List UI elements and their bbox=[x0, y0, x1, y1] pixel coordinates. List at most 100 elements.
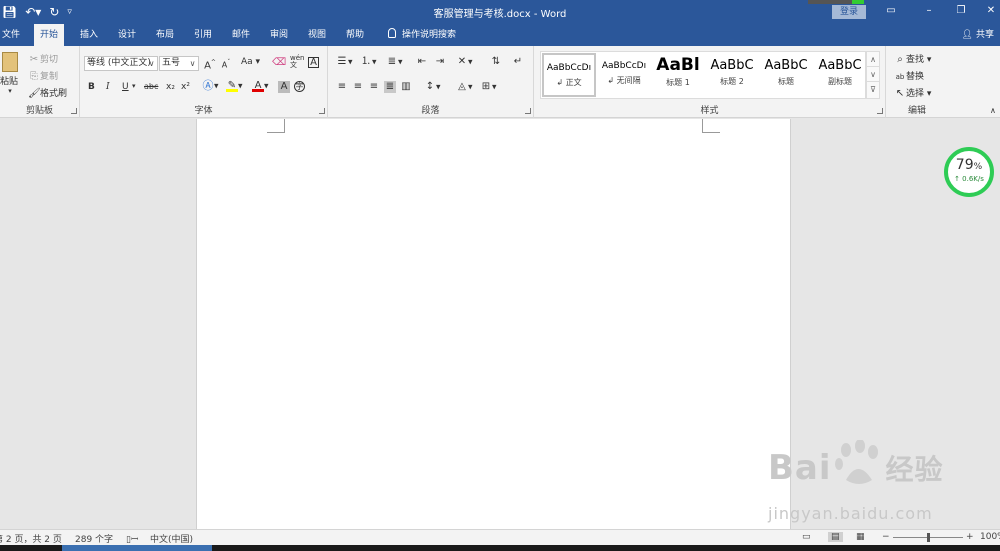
tab-file[interactable]: 文件 bbox=[0, 24, 26, 46]
replace-icon: ab bbox=[895, 72, 905, 81]
bold-button[interactable]: B bbox=[88, 82, 95, 92]
borders-button[interactable]: ⊞ ▾ bbox=[480, 81, 497, 93]
replace-button[interactable]: ab 替换 bbox=[894, 69, 924, 83]
show-marks-button[interactable]: ↵ bbox=[512, 56, 524, 68]
style-heading-1[interactable]: AaBl 标题 1 bbox=[651, 53, 705, 97]
tab-home[interactable]: 开始 bbox=[34, 24, 65, 46]
multilevel-list-button[interactable]: ≣ ▾ bbox=[386, 56, 403, 68]
login-button[interactable]: 登录 bbox=[832, 5, 866, 19]
paragraph-launcher-icon[interactable] bbox=[525, 108, 531, 114]
tab-layout[interactable]: 布局 bbox=[150, 24, 180, 46]
cut-label: 剪切 bbox=[40, 55, 59, 65]
tell-me-label: 操作说明搜索 bbox=[402, 30, 457, 40]
align-left-button[interactable]: ≡ bbox=[336, 81, 348, 93]
paste-dropdown-icon[interactable]: ▾ bbox=[0, 87, 20, 95]
minimize-icon[interactable]: – bbox=[922, 5, 936, 17]
numbering-button[interactable]: ⒈▾ bbox=[360, 56, 377, 68]
proofing-icon[interactable]: ▯ꟷ bbox=[126, 532, 138, 545]
justify-button[interactable]: ≣ bbox=[384, 81, 396, 93]
find-button[interactable]: ⌕ 查找 ▾ bbox=[894, 52, 931, 66]
tab-design[interactable]: 设计 bbox=[112, 24, 142, 46]
tell-me-search[interactable]: 操作说明搜索 bbox=[382, 24, 462, 46]
style-no-spacing[interactable]: AaBbCcDı ↲ 无间隔 bbox=[597, 53, 651, 97]
shrink-font-button[interactable]: Aˇ bbox=[220, 57, 232, 70]
font-size-value: 五号 bbox=[162, 58, 181, 68]
ribbon-display-options-icon[interactable]: ▭ bbox=[884, 5, 898, 17]
increase-indent-button[interactable]: ⇥ bbox=[434, 56, 446, 68]
zoom-in-button[interactable]: + bbox=[966, 532, 974, 542]
tab-insert[interactable]: 插入 bbox=[74, 24, 104, 46]
paste-button[interactable]: 粘贴 ▾ bbox=[0, 52, 20, 95]
font-color-button[interactable]: A ▾ bbox=[252, 80, 269, 92]
editing-group-label: 编辑 bbox=[907, 106, 926, 116]
styles-scroll-down-icon[interactable]: ∨ bbox=[867, 67, 879, 82]
editing-group: ⌕ 查找 ▾ ab 替换 ↖ 选择 ▾ 编辑 bbox=[886, 46, 948, 118]
phonetic-guide-button[interactable]: wén 文 bbox=[290, 55, 304, 69]
decrease-indent-button[interactable]: ⇤ bbox=[416, 56, 428, 68]
clear-formatting-button[interactable]: ⌫ bbox=[272, 57, 286, 69]
change-case-button[interactable]: Aa ▾ bbox=[241, 57, 260, 67]
collapse-ribbon-icon[interactable]: ∧ bbox=[990, 106, 996, 115]
subscript-button[interactable]: x₂ bbox=[166, 82, 175, 92]
styles-scroll-up-icon[interactable]: ∧ bbox=[867, 52, 879, 67]
sort-button[interactable]: ⇅ bbox=[490, 56, 502, 68]
network-speed-widget[interactable]: 79% ↑ 0.6K/s bbox=[944, 147, 994, 197]
style-sample: AaBl bbox=[656, 55, 700, 75]
strikethrough-button[interactable]: abc bbox=[144, 82, 158, 91]
format-painter-button[interactable]: 🖌︎格式刷 bbox=[28, 86, 67, 100]
styles-launcher-icon[interactable] bbox=[877, 108, 883, 114]
shading-button[interactable]: ◬ ▾ bbox=[456, 81, 472, 93]
character-shading-button[interactable]: A bbox=[278, 81, 290, 93]
share-button[interactable]: 👤︎ 共享 bbox=[962, 24, 994, 46]
style-normal[interactable]: AaBbCcDı ↲ 正文 bbox=[542, 53, 596, 97]
distributed-button[interactable]: ▥ bbox=[400, 81, 412, 93]
line-spacing-button[interactable]: ↕ ▾ bbox=[424, 81, 441, 93]
taskbar-active-item[interactable] bbox=[62, 545, 212, 551]
style-title[interactable]: AaBbC 标题 bbox=[759, 53, 813, 97]
underline-button[interactable]: U bbox=[122, 82, 129, 92]
select-button[interactable]: ↖ 选择 ▾ bbox=[894, 86, 932, 100]
print-layout-icon[interactable]: ▤ bbox=[828, 532, 843, 542]
zoom-slider[interactable] bbox=[893, 533, 963, 542]
tab-mailings[interactable]: 邮件 bbox=[226, 24, 256, 46]
italic-button[interactable]: I bbox=[106, 82, 110, 92]
font-launcher-icon[interactable] bbox=[319, 108, 325, 114]
text-effects-button[interactable]: Ⓐ▾ bbox=[202, 80, 219, 92]
zoom-level[interactable]: 100% bbox=[980, 532, 1000, 542]
tab-help[interactable]: 帮助 bbox=[340, 24, 370, 46]
zoom-slider-knob[interactable] bbox=[927, 533, 930, 542]
borders-icon: ⊞ bbox=[481, 81, 491, 92]
tab-references[interactable]: 引用 bbox=[188, 24, 218, 46]
font-name-combo[interactable]: 等线 (中文正文) ∨ bbox=[84, 56, 158, 71]
restore-icon[interactable]: ❐ bbox=[954, 5, 968, 17]
language-indicator[interactable]: 中文(中国) bbox=[150, 532, 193, 545]
paste-label: 粘贴 bbox=[0, 77, 19, 87]
chinese-layout-button[interactable]: ✕ ▾ bbox=[456, 56, 473, 68]
style-subtitle[interactable]: AaBbC 副标题 bbox=[813, 53, 867, 97]
speed-percent-value: 79 bbox=[955, 157, 974, 173]
page-count[interactable]: 第 2 页，共 2 页 bbox=[0, 532, 62, 545]
close-icon[interactable]: ✕ bbox=[984, 5, 998, 17]
styles-more-icon[interactable]: ⊽ bbox=[867, 82, 879, 97]
bullets-button[interactable]: ☰ ▾ bbox=[336, 56, 353, 68]
tab-review[interactable]: 审阅 bbox=[264, 24, 294, 46]
clipboard-launcher-icon[interactable] bbox=[71, 108, 77, 114]
align-right-button[interactable]: ≡ bbox=[368, 81, 380, 93]
style-heading-2[interactable]: AaBbC 标题 2 bbox=[705, 53, 759, 97]
tab-view[interactable]: 视图 bbox=[302, 24, 332, 46]
document-page[interactable] bbox=[196, 119, 791, 529]
grow-font-button[interactable]: A^ bbox=[204, 57, 216, 71]
highlight-button[interactable]: ✎ ▾ bbox=[226, 80, 243, 92]
word-count[interactable]: 289 个字 bbox=[75, 532, 113, 545]
cut-button[interactable]: ✂ 剪切 bbox=[28, 52, 58, 66]
copy-button[interactable]: ⎘ 复制 bbox=[28, 69, 58, 83]
web-layout-icon[interactable]: ▦ bbox=[856, 532, 865, 542]
font-size-combo[interactable]: 五号 ∨ bbox=[159, 56, 199, 71]
read-mode-icon[interactable]: ▭ bbox=[802, 532, 811, 542]
character-border-button[interactable]: A bbox=[308, 57, 319, 68]
enclose-characters-button[interactable]: 字 bbox=[294, 81, 305, 92]
align-center-button[interactable]: ≡ bbox=[352, 81, 364, 93]
underline-dropdown-icon[interactable]: ▾ bbox=[132, 82, 136, 90]
zoom-out-button[interactable]: − bbox=[882, 532, 890, 542]
superscript-button[interactable]: x² bbox=[181, 82, 190, 92]
